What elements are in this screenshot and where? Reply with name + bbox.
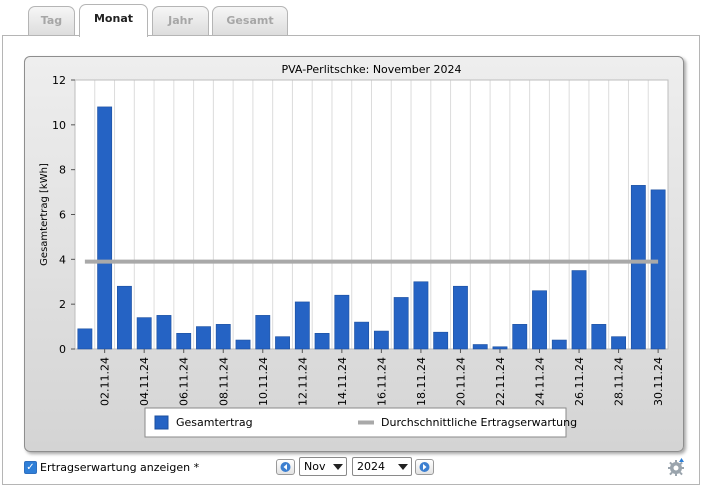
content-panel: PVA-Perlitschke: November 2024 0 2 4 6 8 10 12 G… [2, 35, 700, 485]
bar [611, 336, 626, 350]
bar [373, 330, 389, 350]
tab-jahr[interactable]: Jahr [152, 6, 209, 36]
bar [235, 339, 251, 350]
y-tick-label: 6 [59, 209, 66, 222]
bar [472, 344, 488, 350]
next-arrow-icon [419, 462, 430, 472]
x-tick-label: 04.11.24 [138, 357, 151, 406]
expectation-toggle[interactable]: ✓ Ertragserwartung anzeigen * [24, 458, 199, 476]
previous-month-button[interactable] [276, 459, 295, 475]
bar [117, 285, 132, 350]
expectation-toggle-label: Ertragserwartung anzeigen * [40, 460, 200, 474]
x-tick-label: 12.11.24 [296, 357, 309, 406]
chevron-down-icon [333, 464, 343, 470]
tab-gesamt[interactable]: Gesamt [212, 6, 288, 36]
bar [354, 321, 370, 350]
y-tick-label: 0 [59, 343, 66, 356]
x-tick-label: 08.11.24 [217, 357, 230, 406]
bar [630, 185, 646, 350]
x-tick-label: 22.11.24 [494, 357, 507, 406]
chart-title: PVA-Perlitschke: November 2024 [281, 63, 461, 76]
month-select[interactable]: Nov [299, 457, 347, 476]
checkbox-icon[interactable]: ✓ [24, 460, 37, 474]
bar [275, 336, 290, 350]
bar [453, 285, 468, 350]
y-tick-label: 12 [52, 74, 66, 87]
tab-bar: Tag Monat Jahr Gesamt [0, 0, 702, 37]
bar [571, 270, 587, 350]
bar [255, 315, 271, 350]
y-tick-label: 2 [59, 298, 66, 311]
bar [591, 324, 607, 350]
bar [512, 324, 528, 350]
year-select[interactable]: 2024 [352, 457, 412, 476]
bar [136, 317, 152, 350]
settings-gear-icon[interactable] [667, 457, 687, 477]
chevron-down-icon [398, 464, 408, 470]
next-month-button[interactable] [415, 459, 434, 475]
x-tick-label: 24.11.24 [534, 357, 547, 406]
x-tick-label: 10.11.24 [257, 357, 270, 406]
y-tick-label: 10 [52, 119, 66, 132]
x-tick-label: 28.11.24 [613, 357, 626, 406]
bar [156, 315, 172, 350]
x-tick-label: 06.11.24 [178, 357, 191, 406]
x-tick-label: 26.11.24 [573, 357, 586, 406]
bar [393, 297, 409, 350]
month-select-value: Nov [304, 460, 326, 473]
prev-arrow-icon [280, 462, 291, 472]
bar [97, 106, 113, 350]
controls-bar: ✓ Ertragserwartung anzeigen * Nov 2024 [24, 456, 692, 480]
bar [532, 290, 547, 350]
x-tick-label: 02.11.24 [99, 357, 112, 406]
bar [433, 331, 449, 350]
chart-frame: PVA-Perlitschke: November 2024 0 2 4 6 8 10 12 G… [24, 56, 684, 452]
bar [215, 324, 231, 350]
tab-monat[interactable]: Monat [79, 4, 148, 37]
bar [551, 339, 567, 350]
legend-label-bar: Gesamtertrag [176, 416, 253, 429]
x-tick-label: 14.11.24 [336, 357, 349, 406]
bar [176, 333, 192, 350]
y-tick-label: 8 [59, 164, 66, 177]
x-tick-label: 18.11.24 [415, 357, 428, 406]
x-tick-label: 16.11.24 [375, 357, 388, 406]
bar [334, 294, 350, 350]
chart: PVA-Perlitschke: November 2024 0 2 4 6 8 10 12 G… [39, 63, 669, 438]
bar [294, 301, 310, 350]
x-tick-label: 20.11.24 [454, 357, 467, 406]
y-tick-label: 4 [59, 253, 66, 266]
x-tick-label: 30.11.24 [652, 357, 665, 406]
bar [77, 328, 93, 350]
legend-swatch-bar [154, 415, 169, 430]
y-axis-label: Gesamtertrag [kWh] [39, 163, 50, 266]
bar [492, 346, 508, 350]
bar [650, 189, 666, 350]
bar [413, 281, 429, 350]
bar [196, 326, 211, 350]
tab-tag[interactable]: Tag [28, 6, 75, 36]
legend-label-line: Durchschnittliche Ertragserwartung [381, 416, 577, 429]
bar [314, 333, 330, 350]
year-select-value: 2024 [357, 460, 385, 473]
